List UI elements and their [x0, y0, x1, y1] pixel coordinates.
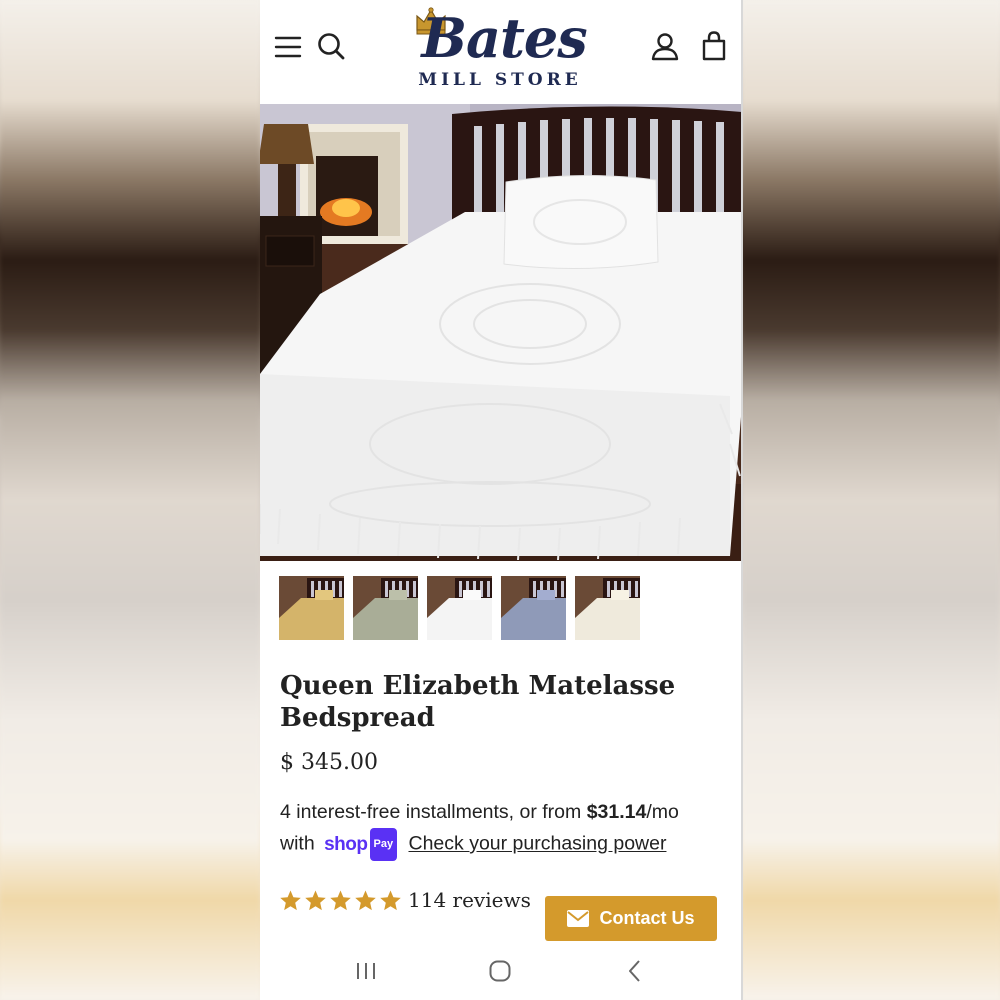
back-icon[interactable]	[622, 958, 648, 984]
phone-screen: Bates MILL STORE Queen Elizabeth Matelas…	[260, 0, 742, 1000]
background-blur-right	[742, 0, 1000, 1000]
star-icon	[380, 889, 401, 910]
star-icon	[355, 889, 376, 910]
system-nav-bar	[260, 942, 742, 1000]
search-icon[interactable]	[315, 30, 347, 62]
reviews-count[interactable]: 114 reviews	[408, 888, 531, 912]
menu-icon[interactable]	[272, 30, 304, 62]
thumbnail-blue[interactable]	[501, 576, 566, 640]
thumbnail-sage[interactable]	[353, 576, 418, 640]
product-rating[interactable]: 114 reviews	[279, 888, 531, 912]
thumbnail-strip	[279, 576, 640, 640]
shoppay-badge: Pay	[369, 828, 398, 861]
shoppay-logo: shop Pay	[324, 828, 398, 861]
installments-info: 4 interest-free installments, or from $3…	[280, 797, 730, 861]
phone-edge	[741, 0, 743, 1000]
star-icon	[280, 889, 301, 910]
logo-script-text: Bates	[421, 6, 587, 70]
installments-text: 4 interest-free installments, or from	[280, 801, 587, 823]
logo-subtitle: MILL STORE	[418, 70, 582, 90]
star-icon	[330, 889, 351, 910]
shoppay-word: shop	[324, 834, 368, 855]
purchasing-power-link[interactable]: Check your purchasing power	[409, 833, 667, 855]
with-label: with	[280, 832, 315, 855]
contact-us-button[interactable]: Contact Us	[545, 896, 717, 941]
brand-logo[interactable]: Bates MILL STORE	[400, 4, 600, 96]
installment-suffix: /mo	[646, 801, 679, 823]
installment-amount: $31.14	[586, 801, 647, 823]
thumbnail-white[interactable]	[427, 576, 492, 640]
star-icon	[305, 889, 326, 910]
mail-icon	[567, 910, 590, 927]
thumbnail-ivory[interactable]	[575, 576, 640, 640]
account-icon[interactable]	[649, 30, 681, 62]
contact-us-label: Contact Us	[599, 908, 695, 928]
recent-apps-icon[interactable]	[353, 958, 379, 984]
product-title: Queen Elizabeth Matelasse Bedspread	[280, 671, 676, 733]
background-blur-left	[0, 0, 260, 1000]
home-icon[interactable]	[487, 958, 513, 984]
product-price: $ 345.00	[280, 750, 378, 775]
product-main-image[interactable]	[260, 104, 742, 561]
site-header: Bates MILL STORE	[260, 0, 742, 104]
thumbnail-gold[interactable]	[279, 576, 344, 640]
cart-icon[interactable]	[698, 30, 730, 62]
